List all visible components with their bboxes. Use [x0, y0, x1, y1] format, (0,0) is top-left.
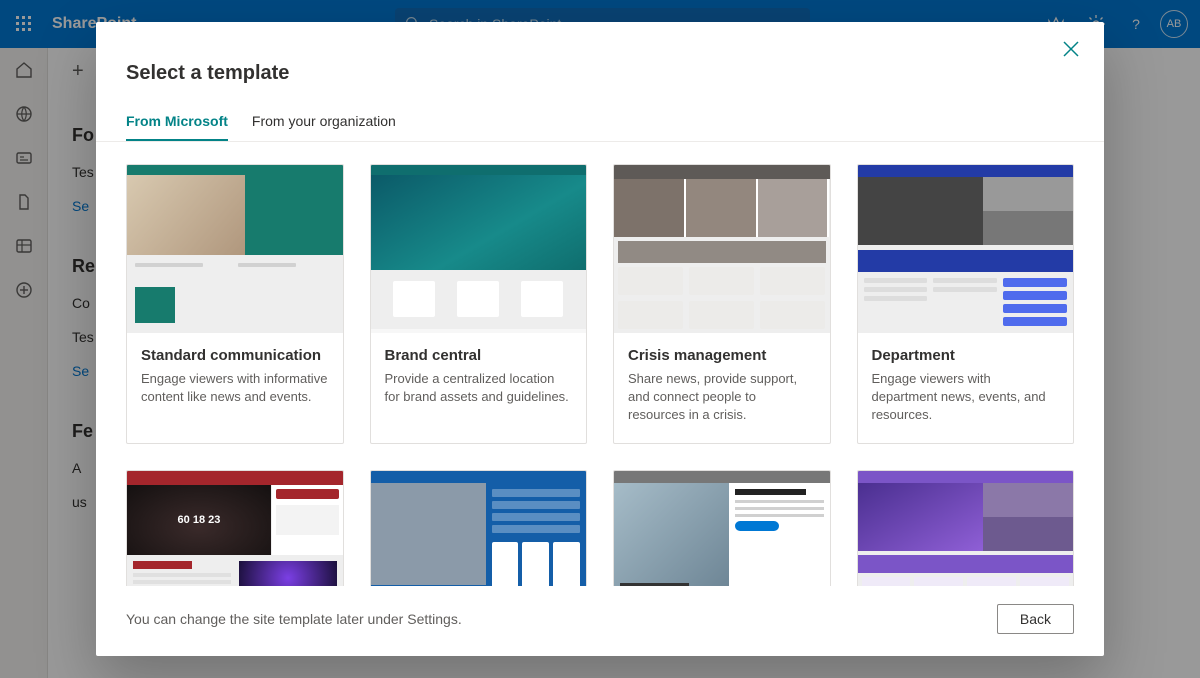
template-thumbnail: 60 18 23: [127, 471, 343, 586]
template-card-body: Crisis management Share news, provide sup…: [614, 333, 830, 443]
template-thumbnail: [858, 165, 1074, 333]
template-thumbnail: [371, 471, 587, 586]
footer-note: You can change the site template later u…: [126, 611, 462, 627]
template-card-body: Brand central Provide a centralized locat…: [371, 333, 587, 424]
template-card-brand-central[interactable]: Brand central Provide a centralized locat…: [370, 164, 588, 444]
template-title: Standard communication: [141, 347, 329, 364]
template-thumbnail: [858, 471, 1074, 586]
template-card-standard-communication[interactable]: Standard communication Engage viewers wit…: [126, 164, 344, 444]
template-card-learning[interactable]: [857, 470, 1075, 586]
template-card-body: Standard communication Engage viewers wit…: [127, 333, 343, 424]
template-source-tabs: From Microsoft From your organization: [96, 93, 1104, 142]
dialog-footer: You can change the site template later u…: [96, 586, 1104, 656]
template-title: Crisis management: [628, 347, 816, 364]
template-card-event[interactable]: 60 18 23: [126, 470, 344, 586]
back-button[interactable]: Back: [997, 604, 1074, 634]
template-thumbnail: [614, 471, 830, 586]
template-card-human-resources[interactable]: [370, 470, 588, 586]
template-card-body: Department Engage viewers with department…: [858, 333, 1074, 443]
template-thumbnail: [127, 165, 343, 333]
template-desc: Engage viewers with department news, eve…: [872, 370, 1060, 425]
dialog-title: Select a template: [96, 22, 1104, 93]
close-button[interactable]: [1062, 40, 1086, 64]
template-title: Department: [872, 347, 1060, 364]
template-desc: Engage viewers with informative content …: [141, 370, 329, 406]
template-scroll-area[interactable]: Standard communication Engage viewers wit…: [96, 142, 1104, 586]
template-thumbnail: [614, 165, 830, 333]
template-title: Brand central: [385, 347, 573, 364]
select-template-dialog: Select a template From Microsoft From you…: [96, 22, 1104, 656]
template-desc: Share news, provide support, and connect…: [628, 370, 816, 425]
modal-overlay: Select a template From Microsoft From you…: [0, 0, 1200, 678]
template-card-crisis-management[interactable]: Crisis management Share news, provide sup…: [613, 164, 831, 444]
template-card-leadership[interactable]: [613, 470, 831, 586]
template-desc: Provide a centralized location for brand…: [385, 370, 573, 406]
template-card-department[interactable]: Department Engage viewers with department…: [857, 164, 1075, 444]
tab-from-microsoft[interactable]: From Microsoft: [126, 113, 228, 141]
tab-from-your-organization[interactable]: From your organization: [252, 113, 396, 141]
template-thumbnail: [371, 165, 587, 333]
